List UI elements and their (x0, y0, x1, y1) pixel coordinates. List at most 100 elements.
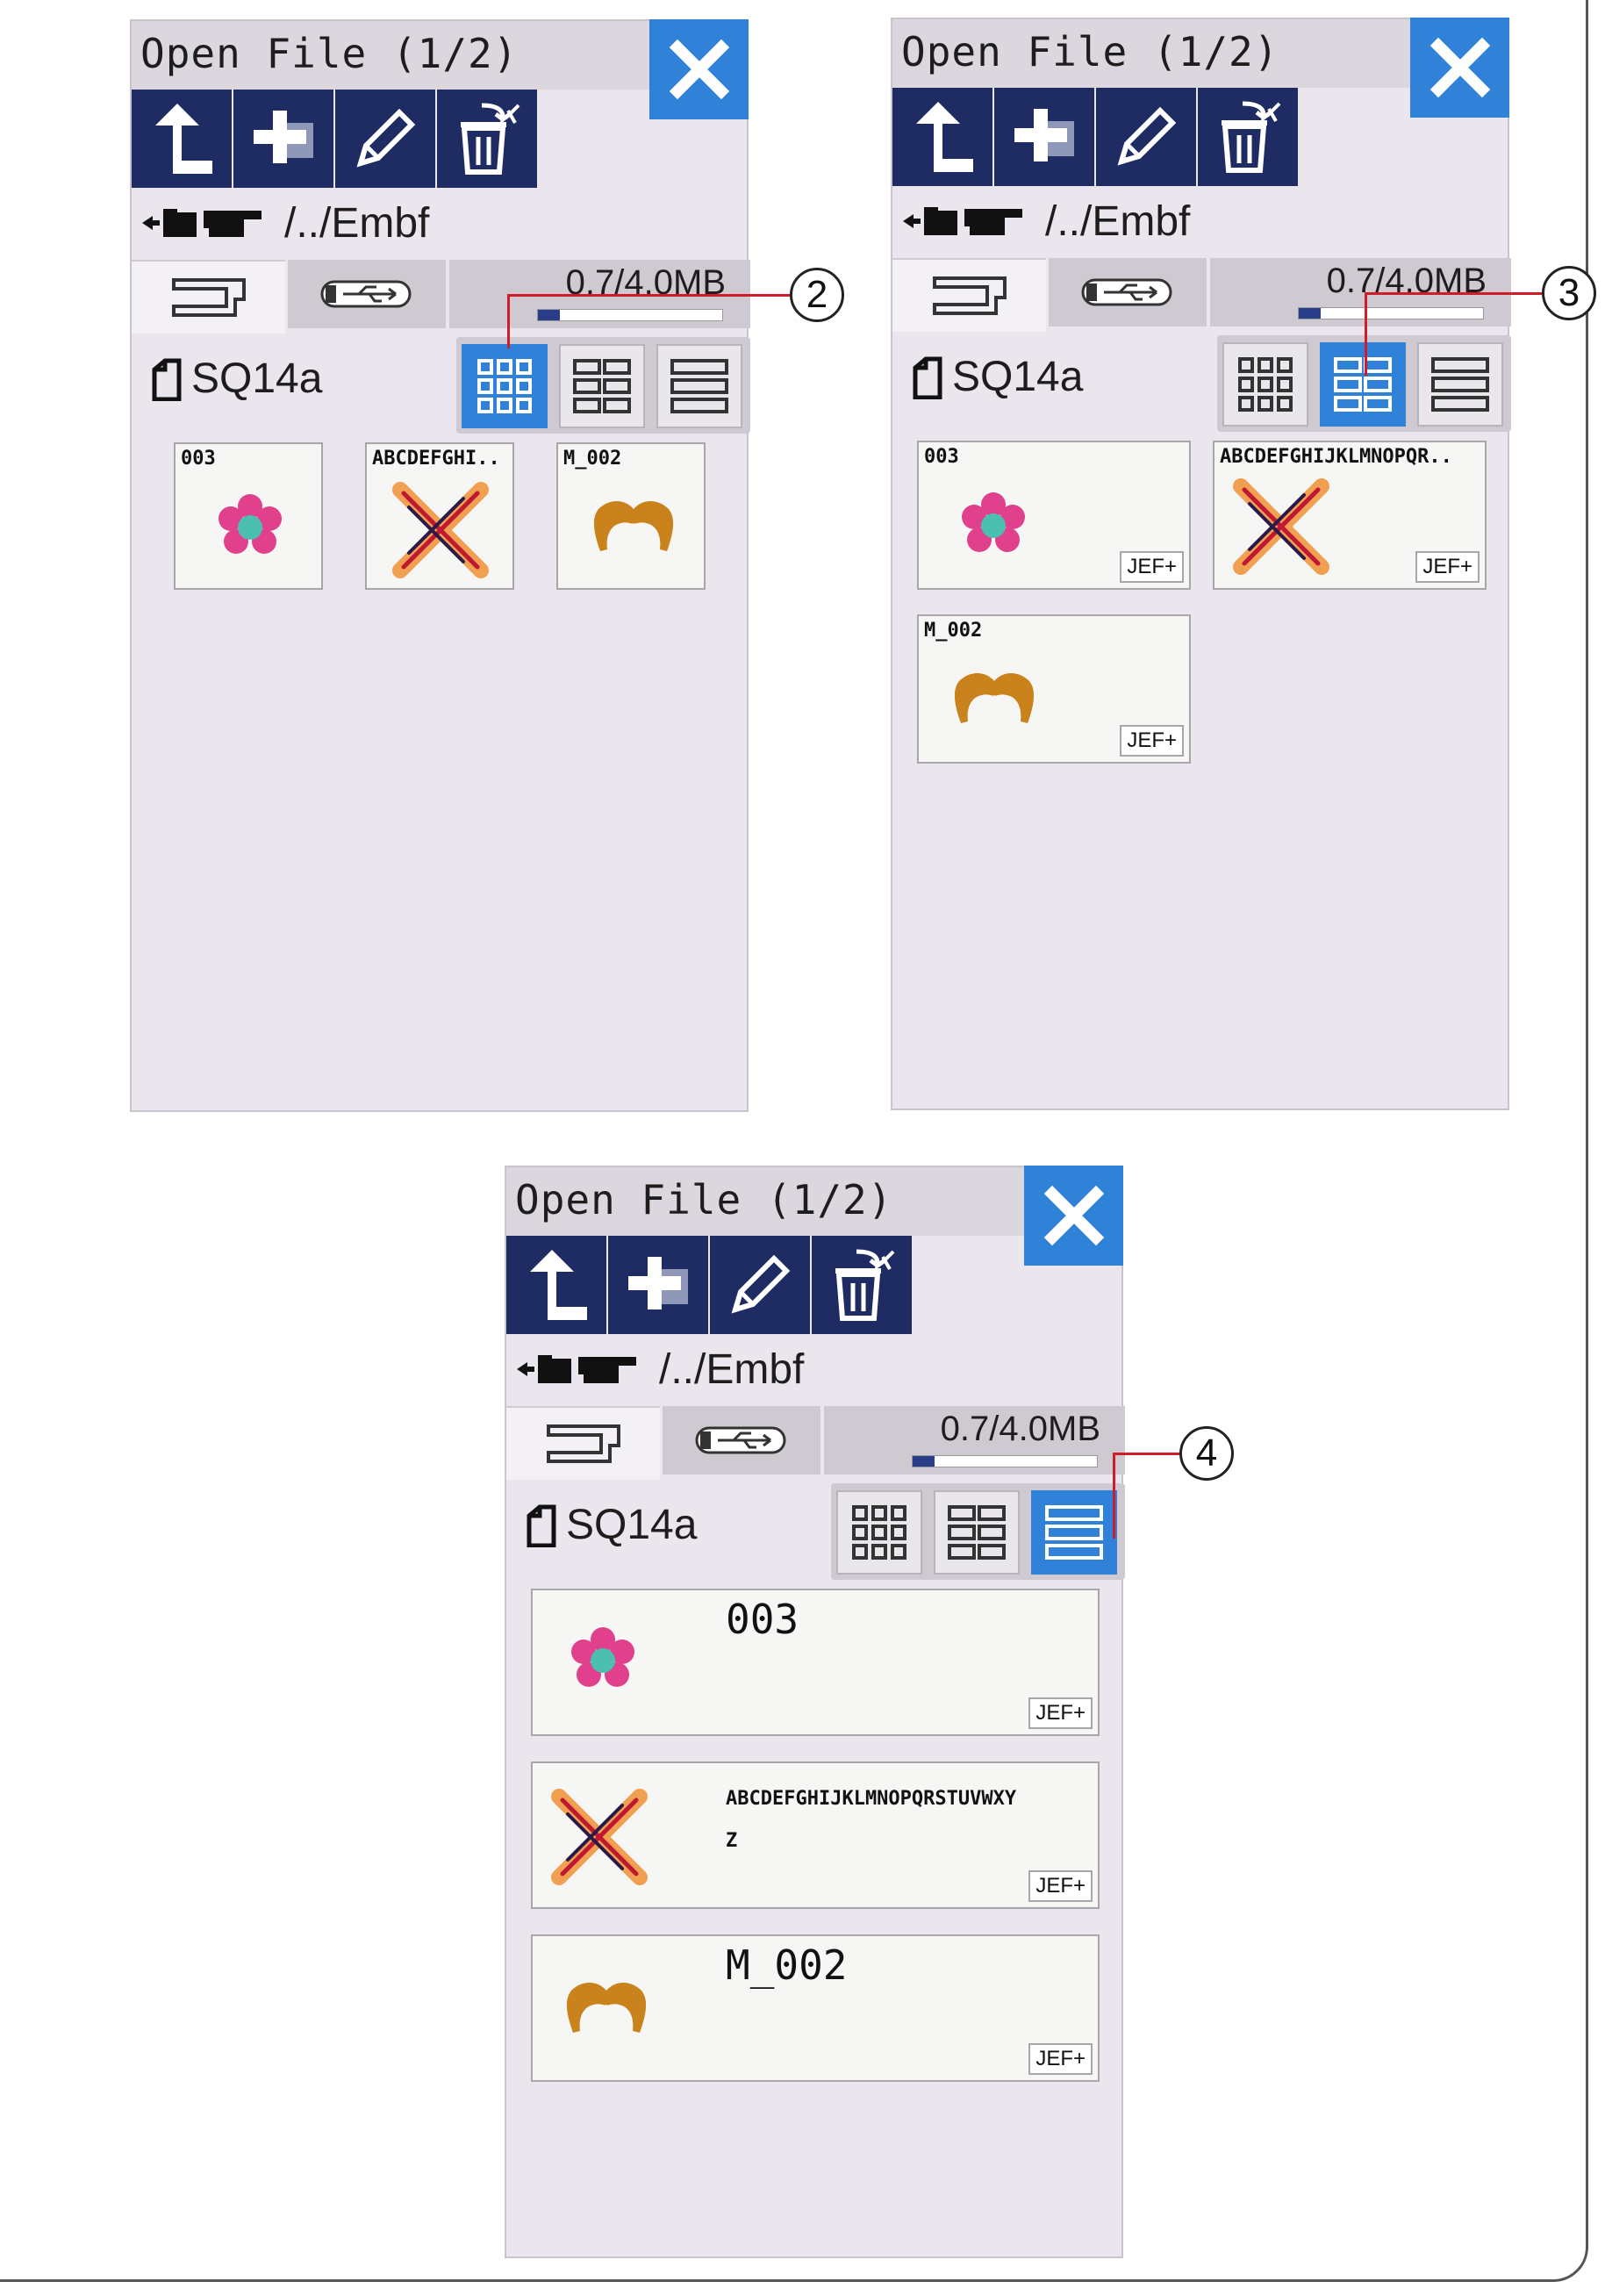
close-button[interactable] (1024, 1166, 1123, 1266)
pencil-icon (1117, 106, 1177, 166)
flower-icon (219, 494, 282, 554)
view-large-grid-button[interactable] (559, 344, 645, 428)
usb-icon (320, 280, 412, 308)
view-list-button[interactable] (1417, 342, 1503, 427)
cross-stitch-icon (1233, 478, 1329, 575)
memory-bar-fill (913, 1456, 935, 1467)
up-arrow-icon (916, 102, 973, 172)
up-folder-button[interactable] (892, 88, 992, 186)
screen-small-grid: Open File (1/2) /../Embf 0.7/4.0MB SQ14a… (130, 19, 750, 1112)
tab-machine-memory[interactable] (132, 260, 285, 334)
file-item-m002[interactable]: M_002 JEF+ (531, 1934, 1100, 2082)
memory-bar (537, 309, 723, 321)
mustache-icon (954, 673, 1035, 723)
file-format-badge: JEF+ (1028, 1697, 1093, 1729)
toolbar (506, 1236, 914, 1334)
file-item-abcdef[interactable]: ABCDEFGHI.. (365, 442, 514, 590)
file-name: 003 (726, 1596, 799, 1643)
close-button[interactable] (1410, 18, 1509, 118)
callout-leader (507, 294, 510, 348)
file-name: M_002 (563, 448, 622, 470)
new-folder-button[interactable] (608, 1236, 708, 1334)
delete-button[interactable] (437, 90, 537, 188)
new-folder-button[interactable] (994, 88, 1094, 186)
file-item-003[interactable]: 003 JEF+ (917, 441, 1191, 590)
file-format-badge: JEF+ (1028, 2043, 1093, 2075)
up-folder-button[interactable] (506, 1236, 606, 1334)
title-bar: Open File (1/2) (506, 1167, 1024, 1236)
flower-icon (962, 492, 1025, 552)
delete-button[interactable] (1198, 88, 1298, 186)
rename-button[interactable] (1096, 88, 1196, 186)
trash-icon (1222, 101, 1281, 173)
view-small-grid-button[interactable] (836, 1490, 922, 1575)
path-bar: /../Embf (515, 1343, 804, 1396)
view-list-button[interactable] (1031, 1490, 1117, 1575)
file-name: ABCDEFGHIJKLMNOPQR.. (1220, 446, 1452, 468)
callout-leader (1113, 1453, 1115, 1539)
pencil-icon (731, 1254, 791, 1314)
callout-leader (1365, 292, 1542, 295)
list-icon (1431, 357, 1489, 412)
machine-folder-icon (142, 209, 262, 237)
callout-leader (1365, 292, 1367, 376)
file-name: M_002 (924, 620, 983, 642)
file-name: ABCDEFGHI.. (372, 448, 500, 470)
trash-icon (835, 1249, 895, 1321)
close-button[interactable] (649, 19, 749, 119)
close-icon (669, 39, 729, 100)
delete-button[interactable] (812, 1236, 912, 1334)
folder-name: SQ14a (952, 354, 1084, 400)
callout-4: 4 (1179, 1426, 1234, 1481)
path-text: /../Embf (284, 199, 430, 247)
view-large-grid-button[interactable] (934, 1490, 1020, 1575)
new-folder-icon (254, 111, 313, 163)
view-small-grid-button[interactable] (1222, 342, 1308, 427)
flower-icon (571, 1627, 634, 1687)
toolbar (892, 88, 1300, 186)
file-format-badge: JEF+ (1415, 551, 1480, 583)
pencil-icon (356, 108, 416, 168)
memory-indicator: 0.7/4.0MB (824, 1406, 1125, 1474)
folder-name: SQ14a (566, 1502, 698, 1548)
tab-machine-memory[interactable] (892, 258, 1046, 332)
tab-usb[interactable] (663, 1406, 820, 1474)
new-folder-button[interactable] (233, 90, 333, 188)
view-list-button[interactable] (656, 344, 742, 428)
machine-folder-icon (517, 1355, 636, 1383)
screen-list: Open File (1/2) /../Embf 0.7/4.0MB SQ14a… (505, 1166, 1125, 2258)
file-item-m002[interactable]: M_002 JEF+ (917, 614, 1191, 764)
view-small-grid-button[interactable] (462, 344, 548, 428)
current-folder: SQ14a (524, 1501, 697, 1549)
folder-icon (527, 1504, 556, 1547)
tab-usb[interactable] (288, 260, 446, 328)
folder-icon (152, 358, 182, 401)
window-title: Open File (1/2) (901, 28, 1279, 75)
tab-machine-memory[interactable] (506, 1406, 660, 1480)
close-icon (1429, 37, 1490, 98)
view-mode-selector (831, 1483, 1125, 1580)
file-name-line2: Z (726, 1830, 738, 1852)
view-large-grid-button[interactable] (1320, 342, 1406, 427)
file-item-003[interactable]: 003 JEF+ (531, 1589, 1100, 1736)
machine-folder-icon (903, 207, 1022, 235)
title-bar: Open File (1/2) (892, 19, 1410, 88)
rename-button[interactable] (335, 90, 435, 188)
file-item-abcdef[interactable]: ABCDEFGHIJKLMNOPQR.. JEF+ (1213, 441, 1487, 590)
mustache-icon (593, 501, 674, 551)
path-bar: /../Embf (140, 197, 429, 249)
large-grid-icon (948, 1505, 1006, 1560)
path-bar: /../Embf (901, 195, 1190, 248)
file-name: 003 (181, 448, 216, 470)
up-folder-button[interactable] (132, 90, 232, 188)
file-item-abcdef[interactable]: ABCDEFGHIJKLMNOPQRSTUVWXY Z JEF+ (531, 1761, 1100, 1909)
rename-button[interactable] (710, 1236, 810, 1334)
file-format-badge: JEF+ (1120, 725, 1184, 757)
file-item-003[interactable]: 003 (174, 442, 323, 590)
file-item-m002[interactable]: M_002 (556, 442, 706, 590)
window-title: Open File (1/2) (515, 1176, 893, 1223)
list-icon (670, 359, 728, 413)
tab-usb[interactable] (1049, 258, 1207, 326)
title-bar: Open File (1/2) (132, 21, 649, 90)
new-folder-icon (1014, 109, 1074, 161)
